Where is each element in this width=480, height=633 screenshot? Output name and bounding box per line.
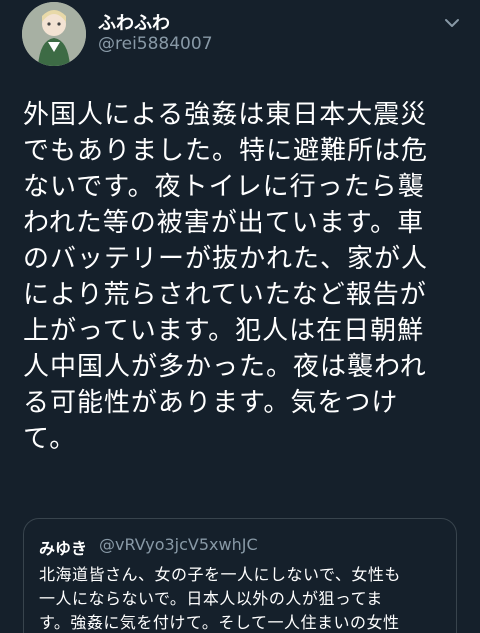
author-handle[interactable]: @rei5884007 bbox=[98, 34, 213, 54]
tweet-text-line: のバッテリーが抜かれた、家が人 bbox=[23, 244, 429, 274]
quoted-text-line: 北海道皆さん、女の子を一人にしないで、女性も bbox=[39, 565, 401, 584]
chevron-down-icon bbox=[445, 19, 459, 27]
author-display-name[interactable]: ふわふわ bbox=[98, 9, 170, 35]
tweet-text-line: われた等の被害が出ています。車 bbox=[23, 208, 425, 238]
quoted-tweet-card[interactable]: みゆき @vRVyo3jcV5xwhJC 北海道皆さん、女の子を一人にしないで、… bbox=[23, 518, 457, 633]
tweet-text-line: 上がっています。犯人は在日朝鮮 bbox=[23, 316, 425, 346]
tweet-text-line: 外国人による強姦は東日本大震災 bbox=[23, 100, 428, 130]
quoted-text-line: 一人にならないで。日本人以外の人が狙ってま bbox=[39, 589, 383, 608]
tweet-menu-button[interactable] bbox=[441, 12, 463, 34]
tweet-text-line: でもありました。特に避難所は危 bbox=[23, 136, 429, 166]
quoted-display-name: みゆき bbox=[39, 539, 88, 558]
quoted-tweet-text: 北海道皆さん、女の子を一人にしないで、女性も 一人にならないで。日本人以外の人が… bbox=[39, 563, 449, 633]
tweet-text-line: 人中国人が多かった。夜は襲われ bbox=[23, 352, 427, 382]
anime-character-avatar-icon bbox=[22, 2, 86, 66]
tweet-text-line: て。 bbox=[23, 424, 77, 454]
avatar[interactable] bbox=[22, 2, 86, 66]
tweet-text-line: ないです。夜トイレに行ったら襲 bbox=[23, 172, 425, 202]
tweet-text-line: により荒らされていたなど報告が bbox=[23, 280, 427, 310]
tweet-text: 外国人による強姦は東日本大震災 でもありました。特に避難所は危 ないです。夜トイ… bbox=[23, 97, 463, 457]
tweet-text-line: る可能性があります。気をつけ bbox=[23, 388, 399, 418]
quoted-handle: @vRVyo3jcV5xwhJC bbox=[99, 535, 258, 554]
quoted-text-line: す。強姦に気を付けて。そして一人住まいの女性 bbox=[39, 613, 400, 632]
